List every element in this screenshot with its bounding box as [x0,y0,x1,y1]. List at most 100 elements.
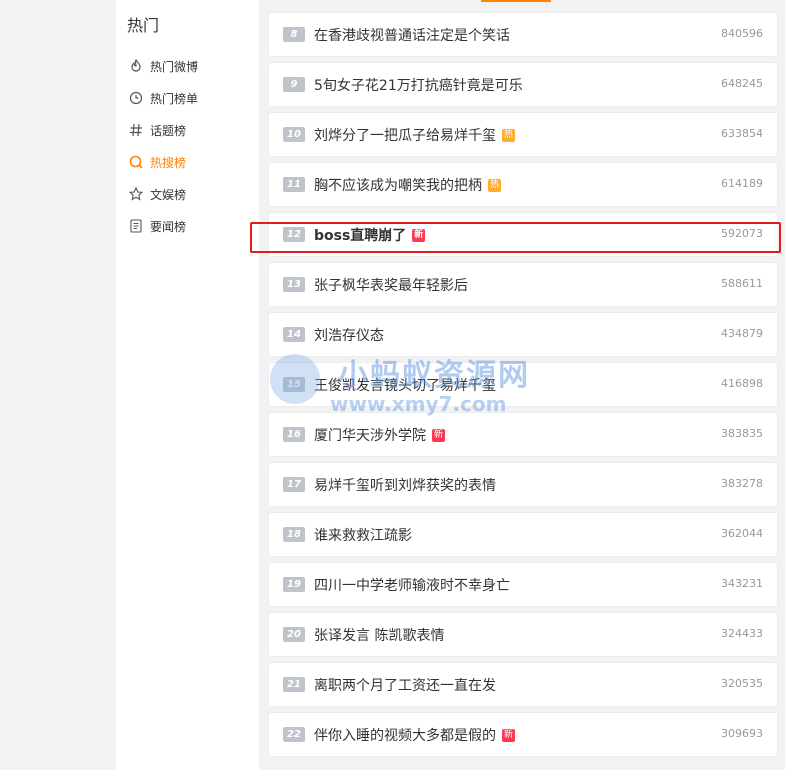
sidebar-item-topics[interactable]: 话题榜 [128,114,198,146]
list-item[interactable]: 9 5旬女子花21万打抗癌针竟是可乐 648245 [268,62,778,107]
list-item[interactable]: 16 厦门华天涉外学院新 383835 [268,412,778,457]
sidebar-item-hot-list[interactable]: 热门榜单 [128,82,198,114]
rank-badge: 19 [283,577,305,592]
sidebar-title: 热门 [127,16,160,35]
sidebar-nav: 热门微博 热门榜单 话题榜 热搜榜 文娱榜 要闻榜 [128,50,198,242]
rank-badge: 18 [283,527,305,542]
new-badge: 新 [432,428,445,442]
sidebar-item-label: 热门微博 [150,59,199,74]
list-item[interactable]: 21 离职两个月了工资还一直在发 320535 [268,662,778,707]
heat-count: 614189 [721,177,763,190]
item-title-text[interactable]: 在香港歧视普通话注定是个笑话 [314,25,510,45]
rank-badge: 22 [283,727,305,742]
search-icon [128,154,144,170]
item-title[interactable]: 易烊千玺听到刘烨获奖的表情 [314,475,496,495]
item-title[interactable]: 张子枫华表奖最年轻影后 [314,275,468,295]
item-title[interactable]: 在香港歧视普通话注定是个笑话 [314,25,510,45]
list-item[interactable]: 13 张子枫华表奖最年轻影后 588611 [268,262,778,307]
rank-badge: 16 [283,427,305,442]
item-title[interactable]: 离职两个月了工资还一直在发 [314,675,496,695]
new-badge: 新 [502,728,515,742]
heat-count: 633854 [721,127,763,140]
heat-count: 324433 [721,627,763,640]
list-item[interactable]: 18 谁来救救江疏影 362044 [268,512,778,557]
item-title[interactable]: boss直聘崩了新 [314,225,426,245]
list-item[interactable]: 17 易烊千玺听到刘烨获奖的表情 383278 [268,462,778,507]
rank-badge: 12 [283,227,305,242]
heat-count: 588611 [721,277,763,290]
rank-badge: 9 [283,77,305,92]
list-item[interactable]: 20 张译发言 陈凯歌表情 324433 [268,612,778,657]
heat-count: 343231 [721,577,763,590]
list-item[interactable]: 19 四川一中学老师输液时不幸身亡 343231 [268,562,778,607]
item-title[interactable]: 谁来救救江疏影 [314,525,412,545]
hash-icon [128,122,144,138]
item-title-text[interactable]: 王俊凯发言镜头切了易烊千玺 [314,375,496,395]
item-title-text[interactable]: 易烊千玺听到刘烨获奖的表情 [314,475,496,495]
document-icon [128,218,144,234]
list-item[interactable]: 12 boss直聘崩了新 592073 [268,212,778,257]
item-title-text[interactable]: 刘烨分了一把瓜子给易烊千玺 [314,125,496,145]
rank-badge: 15 [283,377,305,392]
item-title[interactable]: 胸不应该成为嘲笑我的把柄热 [314,175,501,195]
list-item[interactable]: 8 在香港歧视普通话注定是个笑话 840596 [268,12,778,57]
list-item[interactable]: 11 胸不应该成为嘲笑我的把柄热 614189 [268,162,778,207]
list-item[interactable]: 14 刘浩存仪态 434879 [268,312,778,357]
rank-badge: 11 [283,177,305,192]
heat-count: 362044 [721,527,763,540]
heat-count: 320535 [721,677,763,690]
item-title-text[interactable]: 刘浩存仪态 [314,325,384,345]
list-item[interactable]: 22 伴你入睡的视频大多都是假的新 309693 [268,712,778,757]
list-item[interactable]: 10 刘烨分了一把瓜子给易烊千玺热 633854 [268,112,778,157]
heat-count: 592073 [721,227,763,240]
list-item[interactable]: 15 王俊凯发言镜头切了易烊千玺 416898 [268,362,778,407]
sidebar-item-hot-weibo[interactable]: 热门微博 [128,50,198,82]
rank-badge: 14 [283,327,305,342]
item-title-text[interactable]: boss直聘崩了 [314,225,406,245]
sidebar-item-hot-search[interactable]: 热搜榜 [128,146,198,178]
heat-count: 383835 [721,427,763,440]
rank-badge: 17 [283,477,305,492]
item-title-text[interactable]: 胸不应该成为嘲笑我的把柄 [314,175,482,195]
sidebar-item-news[interactable]: 要闻榜 [128,210,198,242]
rank-badge: 13 [283,277,305,292]
sidebar-item-label: 要闻榜 [150,219,187,234]
item-title-text[interactable]: 张译发言 陈凯歌表情 [314,625,444,645]
heat-count: 416898 [721,377,763,390]
star-icon [128,186,144,202]
flame-icon [128,58,144,74]
sidebar-item-label: 热搜榜 [150,155,187,170]
item-title[interactable]: 伴你入睡的视频大多都是假的新 [314,725,515,745]
hot-search-list: 8 在香港歧视普通话注定是个笑话 840596 9 5旬女子花21万打抗癌针竟是… [268,12,778,762]
sidebar: 热门 热门微博 热门榜单 话题榜 热搜榜 文娱榜 要闻榜 [116,0,259,770]
item-title[interactable]: 厦门华天涉外学院新 [314,425,445,445]
rank-badge: 21 [283,677,305,692]
hot-badge: 热 [502,128,515,142]
item-title[interactable]: 刘烨分了一把瓜子给易烊千玺热 [314,125,515,145]
item-title[interactable]: 四川一中学老师输液时不幸身亡 [314,575,510,595]
clock-icon [128,90,144,106]
rank-badge: 10 [283,127,305,142]
sidebar-item-label: 文娱榜 [150,187,187,202]
item-title-text[interactable]: 张子枫华表奖最年轻影后 [314,275,468,295]
item-title[interactable]: 王俊凯发言镜头切了易烊千玺 [314,375,496,395]
heat-count: 383278 [721,477,763,490]
sidebar-item-label: 话题榜 [150,123,187,138]
item-title-text[interactable]: 伴你入睡的视频大多都是假的 [314,725,496,745]
item-title-text[interactable]: 四川一中学老师输液时不幸身亡 [314,575,510,595]
heat-count: 840596 [721,27,763,40]
item-title-text[interactable]: 5旬女子花21万打抗癌针竟是可乐 [314,75,523,95]
heat-count: 434879 [721,327,763,340]
item-title[interactable]: 5旬女子花21万打抗癌针竟是可乐 [314,75,523,95]
hot-badge: 热 [488,178,501,192]
item-title[interactable]: 张译发言 陈凯歌表情 [314,625,444,645]
heat-count: 309693 [721,727,763,740]
item-title[interactable]: 刘浩存仪态 [314,325,384,345]
item-title-text[interactable]: 谁来救救江疏影 [314,525,412,545]
item-title-text[interactable]: 离职两个月了工资还一直在发 [314,675,496,695]
heat-count: 648245 [721,77,763,90]
top-tab-indicator [481,0,551,2]
item-title-text[interactable]: 厦门华天涉外学院 [314,425,426,445]
sidebar-item-entertainment[interactable]: 文娱榜 [128,178,198,210]
rank-badge: 8 [283,27,305,42]
